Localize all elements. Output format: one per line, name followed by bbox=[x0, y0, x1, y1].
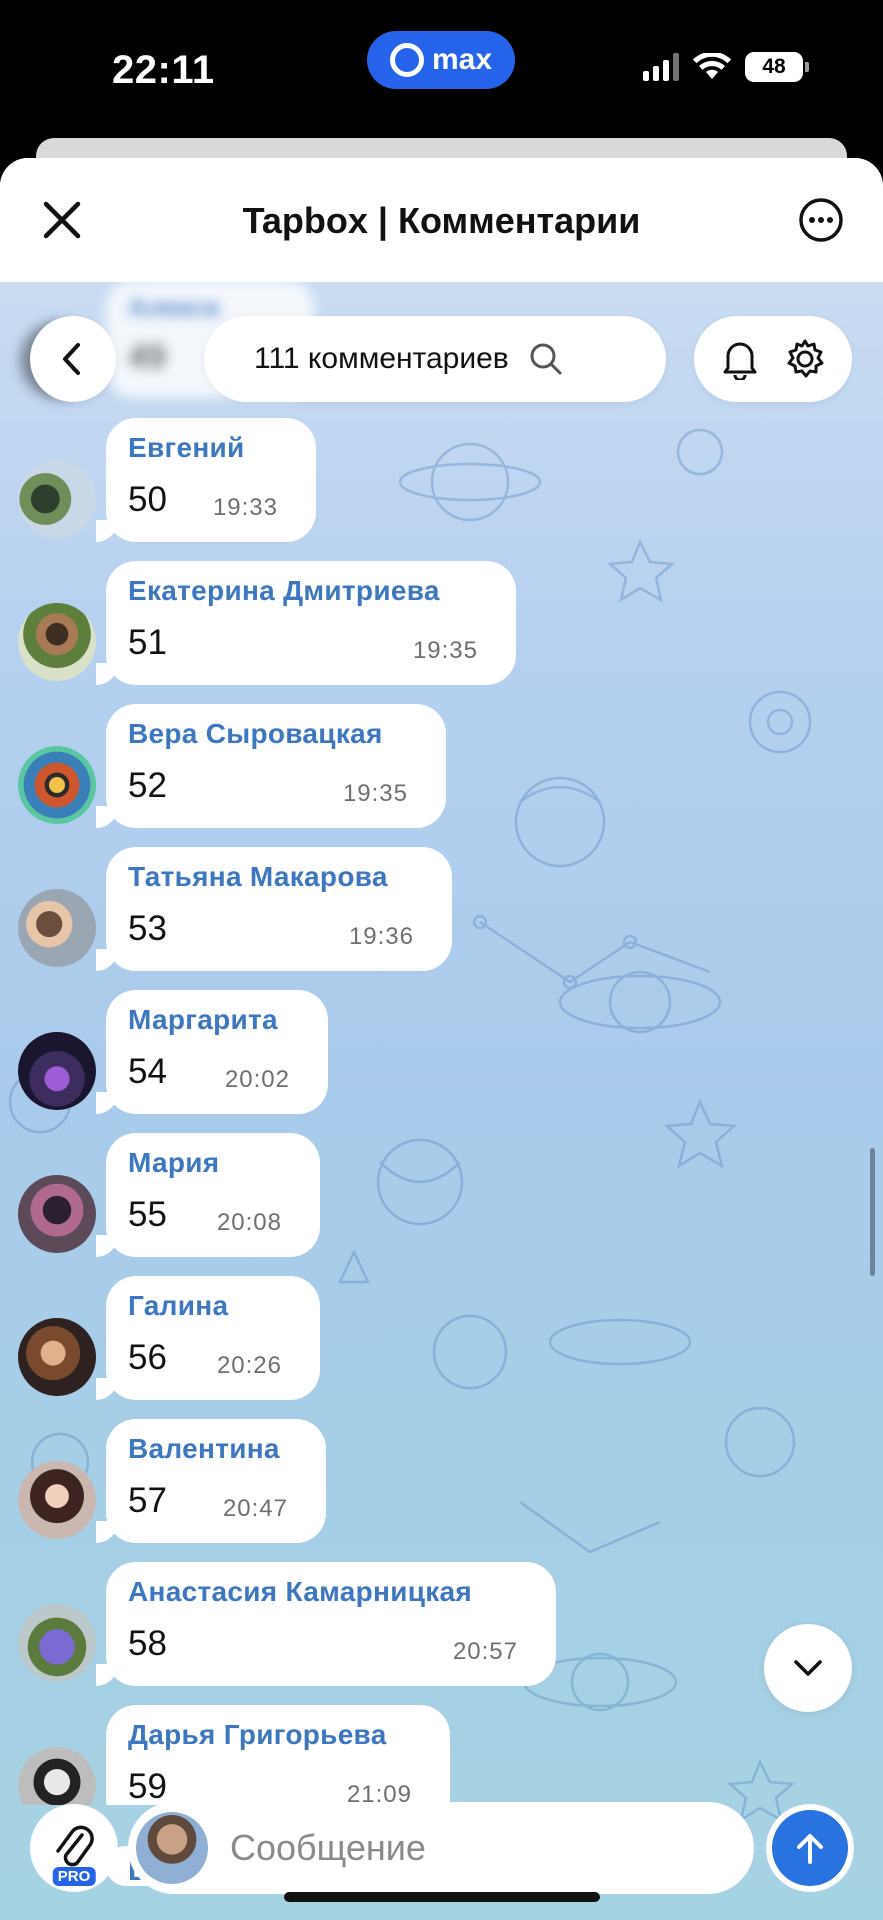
comment-bubble[interactable]: Галина 56 20:26 bbox=[96, 1276, 320, 1400]
avatar bbox=[136, 1812, 208, 1884]
more-options-button[interactable] bbox=[797, 196, 845, 244]
comment-text: 56 bbox=[128, 1338, 167, 1377]
comment-author[interactable]: Дарья Григорьева bbox=[128, 1719, 428, 1751]
comment-bubble[interactable]: Маргарита 54 20:02 bbox=[96, 990, 328, 1114]
list-item[interactable]: Галина 56 20:26 bbox=[0, 1276, 883, 1400]
comment-bubble[interactable]: Мария 55 20:08 bbox=[96, 1133, 320, 1257]
avatar[interactable] bbox=[18, 1461, 96, 1539]
send-button-circle bbox=[772, 1810, 848, 1886]
comment-text: 57 bbox=[128, 1481, 167, 1520]
scroll-down-button[interactable] bbox=[764, 1624, 852, 1712]
comment-time: 20:26 bbox=[216, 1352, 282, 1379]
comment-author: Алекса bbox=[128, 292, 220, 322]
comment-author[interactable]: Анастасия Камарницкая bbox=[128, 1576, 534, 1608]
avatar[interactable] bbox=[18, 1604, 96, 1682]
comment-author[interactable]: Евгений bbox=[128, 432, 294, 464]
comment-count: 111 комментариев bbox=[254, 342, 509, 375]
wifi-icon bbox=[693, 53, 731, 79]
list-item[interactable]: Татьяна Макарова 53 19:36 bbox=[0, 847, 883, 971]
comment-time: 19:35 bbox=[342, 780, 408, 807]
list-item[interactable]: Валентина 57 20:47 bbox=[0, 1419, 883, 1543]
list-item[interactable]: Маргарита 54 20:02 bbox=[0, 990, 883, 1114]
page-title: Tapbox | Комментарии bbox=[242, 200, 641, 241]
comment-time: 19:35 bbox=[412, 637, 478, 664]
scrollbar[interactable] bbox=[870, 1148, 875, 1276]
comment-text: 52 bbox=[128, 766, 167, 805]
comment-bubble[interactable]: Татьяна Макарова 53 19:36 bbox=[96, 847, 452, 971]
bell-icon[interactable] bbox=[720, 338, 760, 380]
attach-button[interactable]: PRO bbox=[30, 1804, 118, 1892]
comment-time: 20:02 bbox=[224, 1066, 290, 1093]
chevron-down-icon bbox=[794, 1660, 822, 1676]
comment-author[interactable]: Татьяна Макарова bbox=[128, 861, 430, 893]
message-input[interactable]: Сообщение bbox=[128, 1802, 754, 1894]
list-item[interactable]: Мария 55 20:08 bbox=[0, 1133, 883, 1257]
max-logo-icon bbox=[389, 43, 424, 77]
avatar[interactable] bbox=[18, 746, 96, 824]
comment-text: 53 bbox=[128, 909, 167, 948]
comment-text: 58 bbox=[128, 1624, 167, 1663]
comment-text: 55 bbox=[128, 1195, 167, 1234]
message-input-placeholder: Сообщение bbox=[230, 1827, 426, 1868]
comment-time: 20:08 bbox=[216, 1209, 282, 1236]
comment-bubble[interactable]: Екатерина Дмитриева 51 19:35 bbox=[96, 561, 516, 685]
gear-icon[interactable] bbox=[783, 337, 827, 381]
send-button[interactable] bbox=[766, 1804, 854, 1892]
send-arrow-icon bbox=[797, 1834, 823, 1864]
cellular-signal-icon bbox=[643, 53, 679, 81]
home-indicator bbox=[284, 1892, 600, 1902]
comment-author[interactable]: Екатерина Дмитриева bbox=[128, 575, 494, 607]
sheet-header: Tapbox | Комментарии bbox=[0, 158, 883, 282]
comment-time: 20:57 bbox=[452, 1638, 518, 1665]
back-button[interactable] bbox=[30, 316, 116, 402]
comment-text: 54 bbox=[128, 1052, 167, 1091]
comment-text: 59 bbox=[128, 1767, 167, 1805]
back-icon bbox=[63, 343, 80, 375]
comment-text: 51 bbox=[128, 623, 167, 662]
comment-time: 19:36 bbox=[348, 923, 414, 950]
comment-author[interactable]: Мария bbox=[128, 1147, 298, 1179]
avatar[interactable] bbox=[18, 1175, 96, 1253]
avatar[interactable] bbox=[18, 1318, 96, 1396]
list-item[interactable]: Дарья Григорьева 59 21:09 bbox=[0, 1705, 883, 1805]
list-item[interactable]: Анастасия Камарницкая 58 20:57 bbox=[0, 1562, 883, 1686]
avatar[interactable] bbox=[18, 460, 96, 538]
comment-bubble[interactable]: Евгений 50 19:33 bbox=[96, 418, 316, 542]
comment-bubble[interactable]: Анастасия Камарницкая 58 20:57 bbox=[96, 1562, 556, 1686]
status-time: 22:11 bbox=[112, 48, 215, 92]
comment-author[interactable]: Галина bbox=[128, 1290, 298, 1322]
more-icon bbox=[799, 198, 843, 242]
status-bar: 22:11 max 48 bbox=[0, 0, 883, 140]
list-item[interactable]: Евгений 50 19:33 bbox=[0, 418, 883, 542]
comment-count-search-bar[interactable]: 111 комментариев bbox=[204, 316, 666, 402]
avatar[interactable] bbox=[18, 1747, 96, 1805]
pro-badge: PRO bbox=[52, 1867, 96, 1886]
list-item[interactable]: Екатерина Дмитриева 51 19:35 bbox=[0, 561, 883, 685]
avatar[interactable] bbox=[18, 889, 96, 967]
battery-indicator: 48 bbox=[745, 52, 809, 82]
comment-bubble[interactable]: Дарья Григорьева 59 21:09 bbox=[106, 1705, 450, 1805]
list-item[interactable]: Вера Сыровацкая 52 19:35 bbox=[0, 704, 883, 828]
status-indicators: 48 bbox=[643, 52, 809, 82]
search-icon[interactable] bbox=[529, 342, 563, 376]
comment-text: 49 bbox=[128, 338, 166, 376]
comment-bubble[interactable]: Валентина 57 20:47 bbox=[96, 1419, 326, 1543]
comment-time: 19:33 bbox=[212, 494, 278, 521]
comment-time: 20:47 bbox=[222, 1495, 288, 1522]
max-app-pill[interactable]: max bbox=[367, 31, 515, 89]
avatar[interactable] bbox=[18, 1032, 96, 1110]
comment-text: 50 bbox=[128, 480, 167, 519]
max-app-label: max bbox=[431, 43, 493, 76]
avatar[interactable] bbox=[18, 603, 96, 681]
comment-author[interactable]: Вера Сыровацкая bbox=[128, 718, 424, 750]
comment-author[interactable]: Валентина bbox=[128, 1433, 304, 1465]
thread-actions bbox=[694, 316, 852, 402]
comment-author[interactable]: Маргарита bbox=[128, 1004, 306, 1036]
comment-bubble[interactable]: Вера Сыровацкая 52 19:35 bbox=[96, 704, 446, 828]
